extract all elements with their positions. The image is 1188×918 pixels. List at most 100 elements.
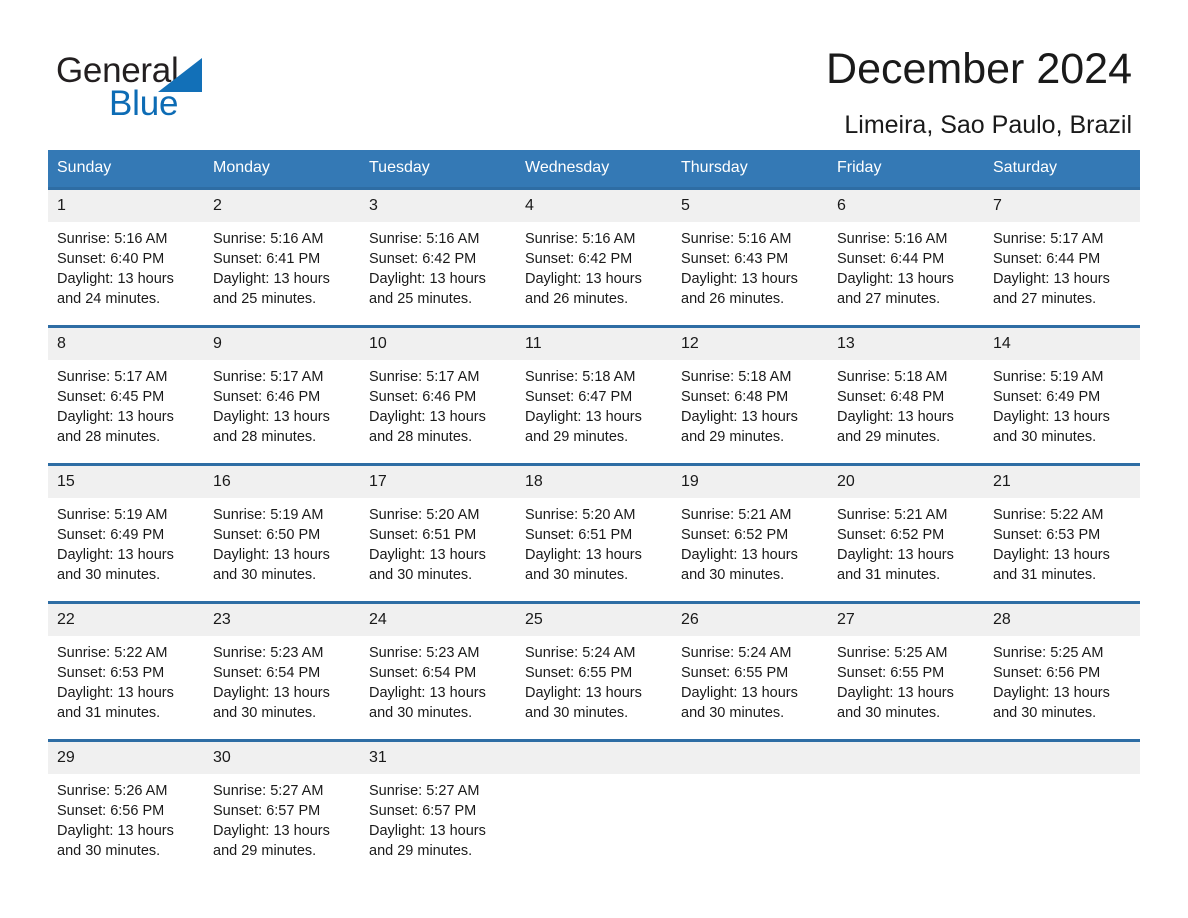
day-number: 3 — [360, 190, 516, 222]
day-number: 9 — [204, 328, 360, 360]
generalblue-logo[interactable]: General Blue — [56, 44, 276, 126]
sunrise-text: Sunrise: 5:21 AM — [837, 507, 948, 523]
day-cell[interactable]: 18 Sunrise: 5:20 AM Sunset: 6:51 PM Dayl… — [516, 466, 672, 601]
sunset-text: Sunset: 6:46 PM — [213, 389, 321, 405]
daylight-text-line1: Daylight: 13 hours — [993, 685, 1110, 701]
day-details: Sunrise: 5:16 AM Sunset: 6:40 PM Dayligh… — [48, 222, 204, 309]
day-cell[interactable]: 17 Sunrise: 5:20 AM Sunset: 6:51 PM Dayl… — [360, 466, 516, 601]
day-details: Sunrise: 5:22 AM Sunset: 6:53 PM Dayligh… — [984, 498, 1140, 585]
sunset-text: Sunset: 6:43 PM — [681, 251, 789, 267]
sunset-text: Sunset: 6:42 PM — [369, 251, 477, 267]
sunset-text: Sunset: 6:53 PM — [993, 527, 1101, 543]
daylight-text-line1: Daylight: 13 hours — [213, 547, 330, 563]
day-cell[interactable]: 6 Sunrise: 5:16 AM Sunset: 6:44 PM Dayli… — [828, 190, 984, 325]
day-details: Sunrise: 5:18 AM Sunset: 6:47 PM Dayligh… — [516, 360, 672, 447]
day-cell[interactable]: 2 Sunrise: 5:16 AM Sunset: 6:41 PM Dayli… — [204, 190, 360, 325]
sunrise-text: Sunrise: 5:27 AM — [369, 783, 480, 799]
sunrise-text: Sunrise: 5:16 AM — [525, 231, 636, 247]
sunrise-text: Sunrise: 5:23 AM — [369, 645, 480, 661]
day-number: 10 — [360, 328, 516, 360]
day-cell[interactable]: 11 Sunrise: 5:18 AM Sunset: 6:47 PM Dayl… — [516, 328, 672, 463]
day-number — [984, 742, 1140, 774]
day-cell[interactable]: 25 Sunrise: 5:24 AM Sunset: 6:55 PM Dayl… — [516, 604, 672, 739]
day-cell[interactable]: 5 Sunrise: 5:16 AM Sunset: 6:43 PM Dayli… — [672, 190, 828, 325]
day-cell[interactable]: 24 Sunrise: 5:23 AM Sunset: 6:54 PM Dayl… — [360, 604, 516, 739]
day-number: 19 — [672, 466, 828, 498]
day-number: 28 — [984, 604, 1140, 636]
day-cell[interactable]: 27 Sunrise: 5:25 AM Sunset: 6:55 PM Dayl… — [828, 604, 984, 739]
day-number: 30 — [204, 742, 360, 774]
daylight-text-line1: Daylight: 13 hours — [681, 409, 798, 425]
daylight-text-line2: and 28 minutes. — [213, 429, 317, 445]
day-details: Sunrise: 5:24 AM Sunset: 6:55 PM Dayligh… — [516, 636, 672, 723]
daylight-text-line1: Daylight: 13 hours — [57, 685, 174, 701]
day-number: 13 — [828, 328, 984, 360]
day-number: 22 — [48, 604, 204, 636]
day-cell[interactable]: 20 Sunrise: 5:21 AM Sunset: 6:52 PM Dayl… — [828, 466, 984, 601]
day-cell[interactable]: 30 Sunrise: 5:27 AM Sunset: 6:57 PM Dayl… — [204, 742, 360, 877]
day-cell[interactable]: 23 Sunrise: 5:23 AM Sunset: 6:54 PM Dayl… — [204, 604, 360, 739]
day-cell[interactable]: 3 Sunrise: 5:16 AM Sunset: 6:42 PM Dayli… — [360, 190, 516, 325]
daylight-text-line2: and 25 minutes. — [213, 291, 317, 307]
day-cell[interactable]: 4 Sunrise: 5:16 AM Sunset: 6:42 PM Dayli… — [516, 190, 672, 325]
sunset-text: Sunset: 6:44 PM — [837, 251, 945, 267]
day-cell[interactable]: 8 Sunrise: 5:17 AM Sunset: 6:45 PM Dayli… — [48, 328, 204, 463]
day-details: Sunrise: 5:27 AM Sunset: 6:57 PM Dayligh… — [360, 774, 516, 861]
day-cell[interactable]: 29 Sunrise: 5:26 AM Sunset: 6:56 PM Dayl… — [48, 742, 204, 877]
day-number — [516, 742, 672, 774]
day-details: Sunrise: 5:20 AM Sunset: 6:51 PM Dayligh… — [516, 498, 672, 585]
day-cell[interactable]: 22 Sunrise: 5:22 AM Sunset: 6:53 PM Dayl… — [48, 604, 204, 739]
sunrise-text: Sunrise: 5:17 AM — [369, 369, 480, 385]
day-details: Sunrise: 5:17 AM Sunset: 6:46 PM Dayligh… — [204, 360, 360, 447]
logo-triangle-icon — [158, 58, 202, 92]
day-details — [828, 774, 984, 781]
day-cell[interactable]: 12 Sunrise: 5:18 AM Sunset: 6:48 PM Dayl… — [672, 328, 828, 463]
daylight-text-line1: Daylight: 13 hours — [369, 271, 486, 287]
day-cell[interactable]: 7 Sunrise: 5:17 AM Sunset: 6:44 PM Dayli… — [984, 190, 1140, 325]
day-cell[interactable]: 16 Sunrise: 5:19 AM Sunset: 6:50 PM Dayl… — [204, 466, 360, 601]
sunrise-text: Sunrise: 5:16 AM — [837, 231, 948, 247]
day-cell[interactable]: 15 Sunrise: 5:19 AM Sunset: 6:49 PM Dayl… — [48, 466, 204, 601]
weekday-header-monday: Monday — [213, 159, 270, 176]
sunrise-text: Sunrise: 5:18 AM — [525, 369, 636, 385]
day-details: Sunrise: 5:25 AM Sunset: 6:55 PM Dayligh… — [828, 636, 984, 723]
weekday-header-tuesday: Tuesday — [369, 159, 430, 176]
day-details: Sunrise: 5:27 AM Sunset: 6:57 PM Dayligh… — [204, 774, 360, 861]
day-number: 14 — [984, 328, 1140, 360]
calendar-week-row: 22 Sunrise: 5:22 AM Sunset: 6:53 PM Dayl… — [48, 601, 1140, 739]
sunrise-text: Sunrise: 5:19 AM — [213, 507, 324, 523]
daylight-text-line1: Daylight: 13 hours — [57, 547, 174, 563]
daylight-text-line2: and 29 minutes. — [681, 429, 785, 445]
day-number: 8 — [48, 328, 204, 360]
daylight-text-line2: and 31 minutes. — [57, 705, 161, 721]
page-title-block: December 2024 Limeira, Sao Paulo, Brazil — [826, 44, 1132, 142]
day-cell[interactable]: 1 Sunrise: 5:16 AM Sunset: 6:40 PM Dayli… — [48, 190, 204, 325]
day-cell[interactable]: 10 Sunrise: 5:17 AM Sunset: 6:46 PM Dayl… — [360, 328, 516, 463]
day-number: 21 — [984, 466, 1140, 498]
day-cell[interactable]: 28 Sunrise: 5:25 AM Sunset: 6:56 PM Dayl… — [984, 604, 1140, 739]
sunset-text: Sunset: 6:48 PM — [837, 389, 945, 405]
day-number: 11 — [516, 328, 672, 360]
day-cell[interactable]: 9 Sunrise: 5:17 AM Sunset: 6:46 PM Dayli… — [204, 328, 360, 463]
day-number: 5 — [672, 190, 828, 222]
day-cell[interactable]: 13 Sunrise: 5:18 AM Sunset: 6:48 PM Dayl… — [828, 328, 984, 463]
daylight-text-line2: and 27 minutes. — [993, 291, 1097, 307]
sunset-text: Sunset: 6:48 PM — [681, 389, 789, 405]
day-cell[interactable]: 19 Sunrise: 5:21 AM Sunset: 6:52 PM Dayl… — [672, 466, 828, 601]
sunset-text: Sunset: 6:52 PM — [837, 527, 945, 543]
daylight-text-line2: and 28 minutes. — [57, 429, 161, 445]
sunrise-text: Sunrise: 5:16 AM — [681, 231, 792, 247]
sunset-text: Sunset: 6:41 PM — [213, 251, 321, 267]
day-number: 26 — [672, 604, 828, 636]
day-cell[interactable]: 26 Sunrise: 5:24 AM Sunset: 6:55 PM Dayl… — [672, 604, 828, 739]
day-details: Sunrise: 5:18 AM Sunset: 6:48 PM Dayligh… — [672, 360, 828, 447]
day-details: Sunrise: 5:19 AM Sunset: 6:49 PM Dayligh… — [48, 498, 204, 585]
day-cell[interactable]: 21 Sunrise: 5:22 AM Sunset: 6:53 PM Dayl… — [984, 466, 1140, 601]
day-cell[interactable]: 14 Sunrise: 5:19 AM Sunset: 6:49 PM Dayl… — [984, 328, 1140, 463]
sunset-text: Sunset: 6:54 PM — [213, 665, 321, 681]
day-number: 12 — [672, 328, 828, 360]
day-details — [984, 774, 1140, 781]
daylight-text-line1: Daylight: 13 hours — [525, 271, 642, 287]
day-number: 17 — [360, 466, 516, 498]
day-cell[interactable]: 31 Sunrise: 5:27 AM Sunset: 6:57 PM Dayl… — [360, 742, 516, 877]
